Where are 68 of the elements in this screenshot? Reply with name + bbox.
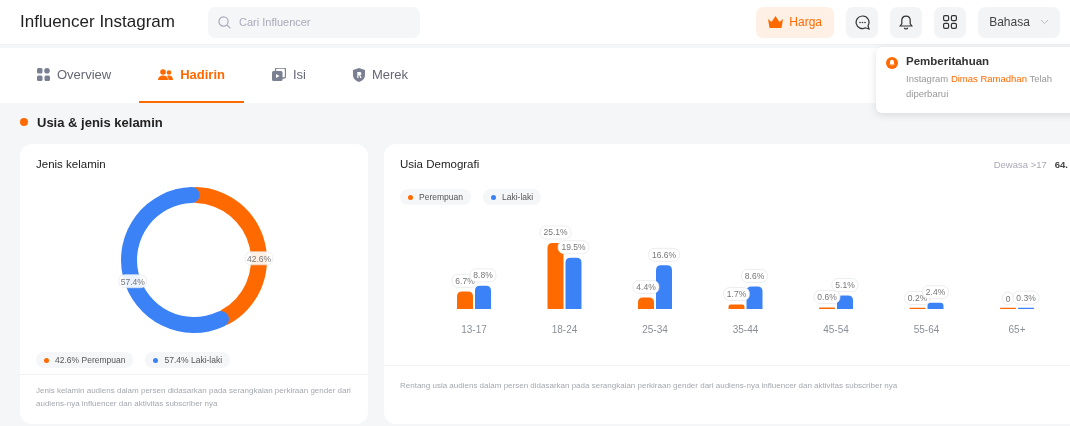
- notification-button[interactable]: [890, 6, 922, 38]
- category-label: 55-64: [913, 324, 940, 335]
- search-field[interactable]: Cari Influencer: [208, 6, 420, 38]
- data-label: 8.6%: [741, 269, 768, 283]
- chart-note: Rentang usia audiens dalam persen didasarkan pada serangkaian perkiraan gender dari audiens-nya influencer dan aktivitas subscriber nya: [384, 365, 1070, 393]
- chart-note: Jenis kelamin audiens dalam persen didasarkan pada serangkaian perkiraan gender dari audiens-nya influencer dan aktivitas subscriber nya: [20, 374, 368, 411]
- bar: [475, 285, 491, 309]
- category-label: 35-44: [732, 324, 759, 335]
- media-icon: [272, 68, 286, 81]
- data-label: 19.5%: [557, 240, 590, 255]
- tab[interactable]: Merek: [334, 48, 428, 103]
- chat-icon: [854, 14, 870, 30]
- summary-value: 64.: [1054, 159, 1068, 170]
- bar: [565, 257, 582, 309]
- category-label: 65+: [1008, 324, 1026, 335]
- search-icon: [218, 15, 231, 29]
- data-label: 0.3%: [1012, 290, 1040, 305]
- chevron-down-icon: [1039, 19, 1049, 25]
- data-label: 16.6%: [648, 248, 680, 262]
- card-title: Jenis kelamin: [35, 157, 107, 170]
- data-label: 0.6%: [817, 291, 838, 302]
- bar: [638, 297, 654, 309]
- data-label: 5.1%: [831, 278, 859, 292]
- influencer-link[interactable]: Dimas Ramadhan: [950, 73, 1027, 84]
- legend-chip: 57.4% Laki-laki: [145, 352, 231, 368]
- tab[interactable]: Isi: [253, 48, 325, 103]
- tab[interactable]: Hadirin: [139, 48, 244, 103]
- app-title: Influencer Instagram: [20, 12, 176, 32]
- apps-icon: [943, 15, 957, 29]
- data-label: 1.7%: [723, 287, 750, 301]
- tab[interactable]: Overview: [18, 48, 131, 103]
- data-label: 0.3%: [1016, 292, 1037, 303]
- data-label: 25.1%: [543, 227, 568, 238]
- bar: [547, 243, 564, 309]
- summary-label: Dewasa >17: [993, 159, 1047, 170]
- grid-icon: [37, 68, 50, 81]
- chat-button[interactable]: [846, 6, 878, 38]
- data-label: 42.6%: [244, 251, 274, 266]
- data-label: 57.4%: [118, 274, 148, 289]
- data-label: 4.4%: [632, 280, 660, 294]
- bar: [656, 265, 672, 309]
- bar: [457, 291, 473, 309]
- data-label: 0: [1002, 291, 1014, 306]
- legend-chip: Perempuan: [400, 189, 471, 205]
- section-title: Usia & jenis kelamin: [37, 114, 163, 130]
- legend-chip: Laki-laki: [482, 189, 542, 205]
- category-label: 45-54: [823, 324, 849, 335]
- apps-button[interactable]: [934, 6, 966, 38]
- data-label: 8.8%: [473, 270, 494, 281]
- section-dot: [20, 118, 28, 126]
- data-label: 0.6%: [813, 290, 841, 304]
- card-title: Usia Demografi: [400, 158, 481, 170]
- data-label: 25.1%: [539, 225, 572, 240]
- language-select[interactable]: Bahasa: [978, 6, 1060, 38]
- legend-chip: 42.6% Perempuan: [36, 352, 134, 368]
- data-label: 19.5%: [561, 242, 586, 253]
- notification-message: Instagram Dimas Ramadhan Telah diperbarui: [906, 72, 1054, 101]
- bell-icon: [899, 14, 913, 30]
- bell-icon: [886, 55, 898, 71]
- shield-icon: [353, 67, 365, 82]
- category-label: 25-34: [642, 324, 668, 335]
- category-label: 18-24: [551, 324, 578, 335]
- data-label: 4.4%: [636, 281, 657, 292]
- notification-title: Pemberitahuan: [906, 55, 991, 67]
- data-label: 5.1%: [835, 280, 856, 291]
- category-label: 13-17: [461, 324, 487, 335]
- crown-icon: [768, 16, 784, 28]
- users-icon: [158, 68, 174, 81]
